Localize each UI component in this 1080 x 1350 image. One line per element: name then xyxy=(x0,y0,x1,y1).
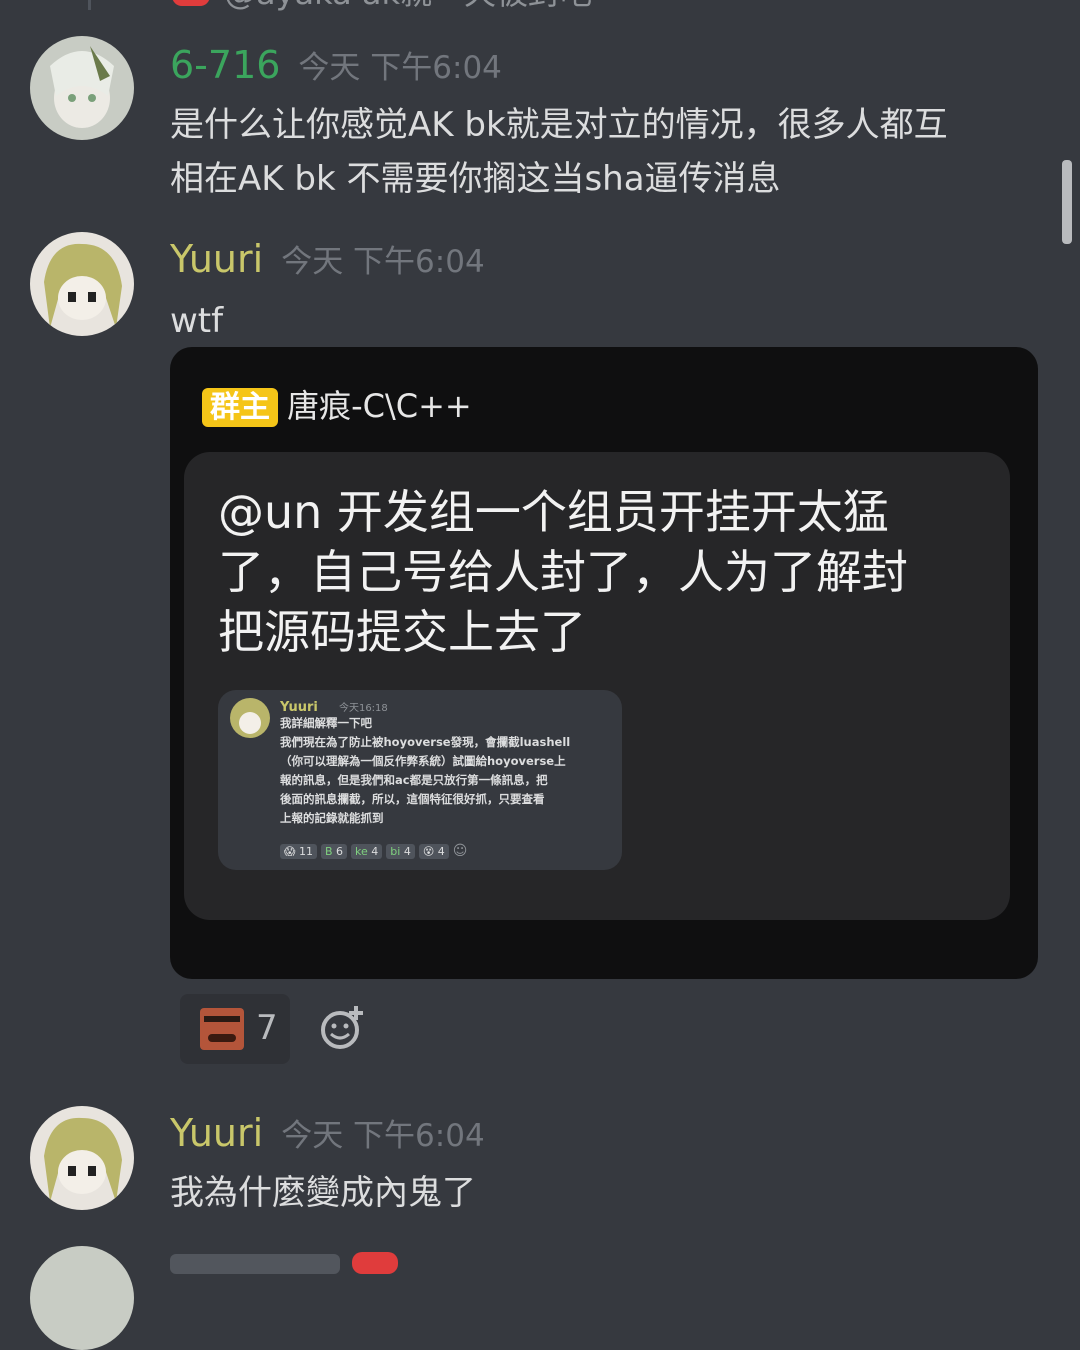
reply-avatar-icon xyxy=(172,0,210,6)
mini-reaction: 😱 11 xyxy=(280,844,317,859)
scrollbar-thumb[interactable] xyxy=(1062,160,1072,244)
mini-reaction: 😵 4 xyxy=(418,844,449,859)
message-header: Yuuri 今天 下午6:04 xyxy=(170,1110,485,1155)
previous-message-partial: @ayaka ak就一天被封吧 xyxy=(0,0,1080,14)
username[interactable]: 6-716 xyxy=(170,43,280,87)
owner-badge: 群主 xyxy=(202,388,278,427)
reply-text: @ayaka ak就一天被封吧 xyxy=(224,0,592,14)
mini-add-reaction-icon: ☺ xyxy=(452,843,468,859)
mini-message: 我詳細解釋一下吧 我們現在為了防止被hoyoverse發現，會攔截luashel… xyxy=(280,716,571,825)
mini-reaction: ke 4 xyxy=(351,844,383,859)
message-header: Yuuri 今天 下午6:04 xyxy=(170,236,485,281)
avatar[interactable] xyxy=(30,1246,134,1350)
timestamp: 今天 下午6:04 xyxy=(281,1118,485,1154)
username[interactable]: Yuuri xyxy=(170,1111,263,1155)
timestamp: 今天 下午6:04 xyxy=(281,244,485,280)
message-text: wtf xyxy=(170,301,224,341)
message-header: 6-716 今天 下午6:04 xyxy=(170,42,502,87)
mini-header: Yuuri 今天16:18 xyxy=(280,700,388,715)
reaction-count: 7 xyxy=(256,1008,278,1048)
emoji-face-icon xyxy=(200,1008,244,1050)
avatar[interactable] xyxy=(30,232,134,336)
embed-author: 群主 唐痕-C\C++ xyxy=(202,381,472,427)
nested-screenshot: Yuuri 今天16:18 我詳細解釋一下吧 我們現在為了防止被hoyovers… xyxy=(218,690,622,870)
message-text: 我為什麼變成內鬼了 xyxy=(170,1173,476,1213)
embed-author-name: 唐痕-C\C++ xyxy=(287,387,472,425)
mini-reactions: 😱 11 B 6 ke 4 bi 4 😵 4 ☺ xyxy=(280,840,467,859)
avatar[interactable] xyxy=(30,1106,134,1210)
reply-connector xyxy=(88,0,91,10)
mini-avatar xyxy=(230,698,270,738)
embed-text: @un 开发组一个组员开挂开太猛 了，自己号给人封了，人为了解封 把源码提交上去… xyxy=(218,485,908,659)
reaction-pill[interactable]: 7 xyxy=(180,994,290,1064)
username[interactable]: Yuuri xyxy=(170,237,263,281)
timestamp: 今天 下午6:04 xyxy=(298,50,502,86)
avatar[interactable] xyxy=(30,36,134,140)
mini-reaction: B 6 xyxy=(320,844,348,859)
add-reaction-icon[interactable] xyxy=(318,1004,366,1052)
mini-reaction: bi 4 xyxy=(386,844,415,859)
embed-bubble: @un 开发组一个组员开挂开太猛 了，自己号给人封了，人为了解封 把源码提交上去… xyxy=(184,452,1010,920)
next-badge-icon xyxy=(352,1252,398,1274)
next-username-partial xyxy=(170,1254,340,1274)
image-attachment[interactable]: 群主 唐痕-C\C++ @un 开发组一个组员开挂开太猛 了，自己号给人封了，人… xyxy=(170,347,1038,979)
message-text: 是什么让你感觉AK bk就是对立的情况，很多人都互 相在AK bk 不需要你搁这… xyxy=(170,105,948,199)
